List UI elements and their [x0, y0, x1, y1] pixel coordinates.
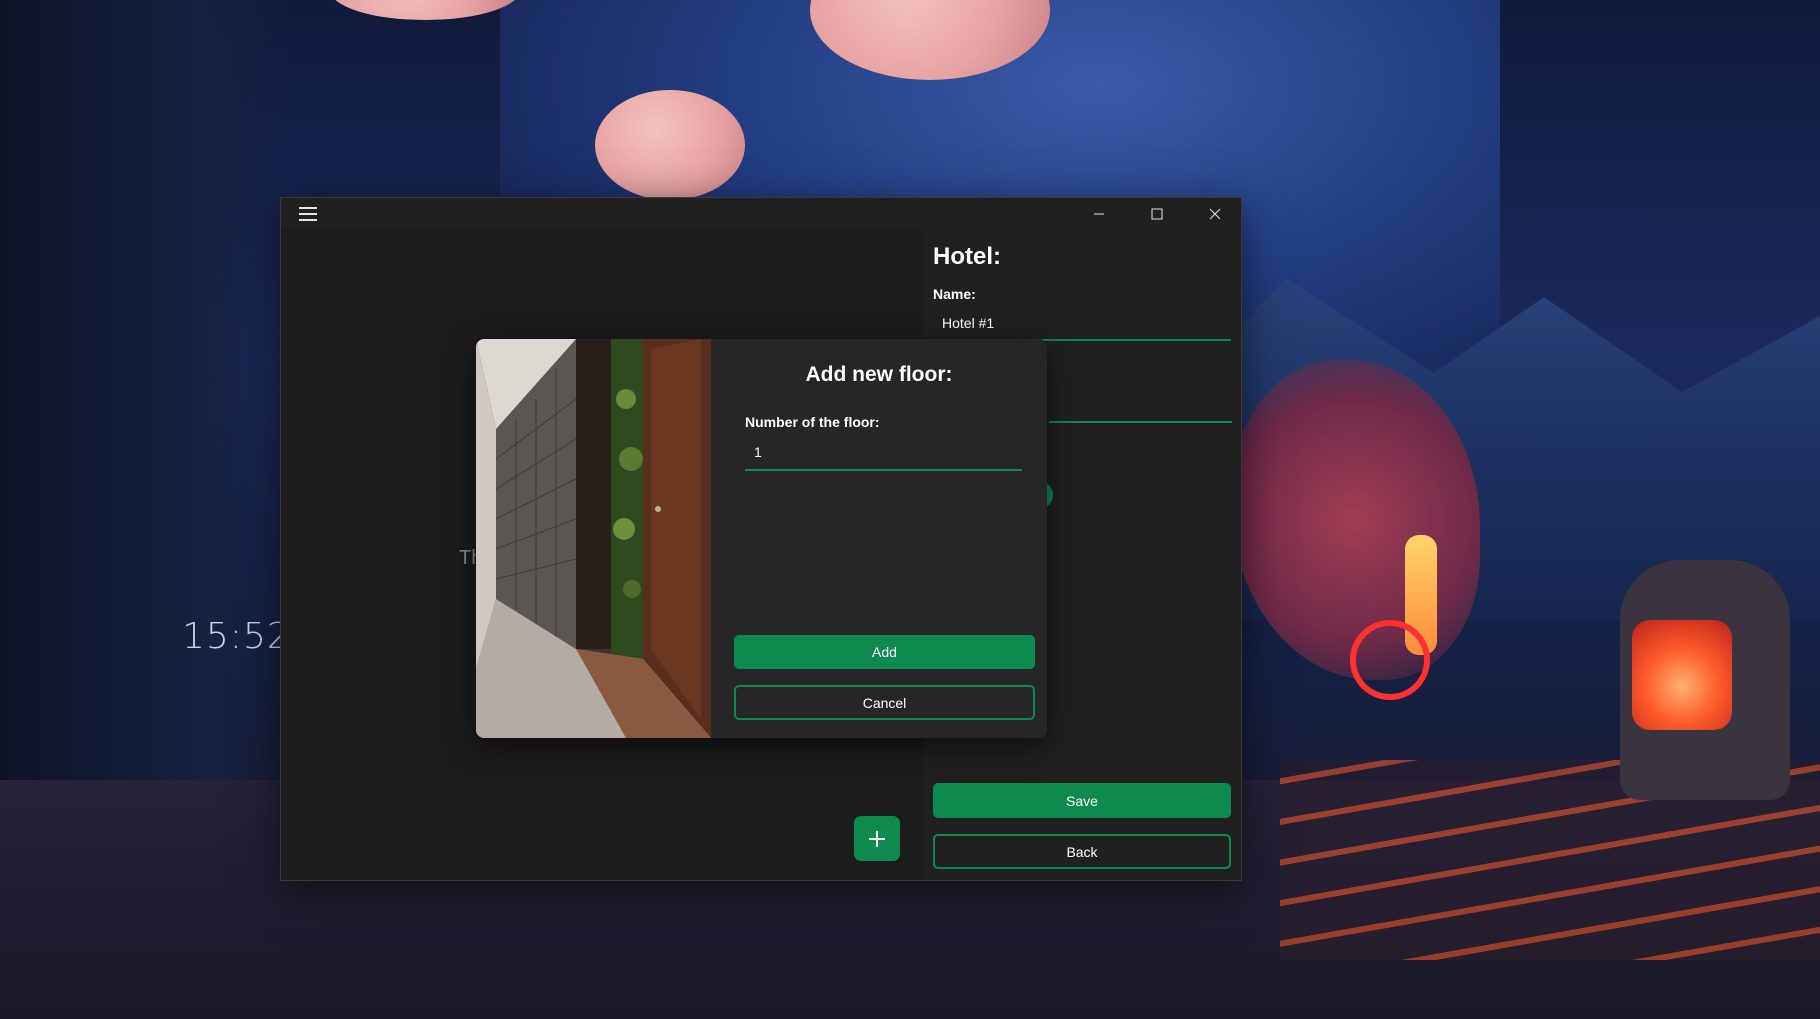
wallpaper-plant — [1230, 360, 1480, 680]
add-floor-button[interactable] — [854, 816, 900, 861]
second-field-underline — [1049, 421, 1232, 423]
cancel-button[interactable]: Cancel — [734, 685, 1035, 720]
hotel-title: Hotel: — [933, 243, 1001, 270]
wallpaper-lamp — [330, 0, 520, 20]
wallpaper-fire — [1632, 620, 1732, 730]
name-label: Name: — [933, 286, 976, 302]
close-icon — [1209, 208, 1221, 220]
floor-number-input[interactable]: 1 — [745, 435, 1022, 471]
add-button[interactable]: Add — [734, 635, 1035, 669]
add-floor-dialog: Add new floor: Number of the floor: 1 Ad… — [476, 339, 1047, 738]
hotel-name-input[interactable]: Hotel #1 — [933, 307, 1231, 341]
desktop-clock: 15:52 — [182, 616, 291, 657]
wallpaper-lamp — [810, 0, 1050, 80]
wallpaper-lava-lamp — [1405, 535, 1437, 655]
save-button[interactable]: Save — [933, 783, 1231, 818]
hotel-corridor-image — [476, 339, 711, 738]
wallpaper-deck — [1280, 760, 1820, 960]
wallpaper-lamp — [595, 90, 745, 200]
close-button[interactable] — [1187, 198, 1243, 230]
floor-number-value: 1 — [754, 444, 762, 460]
hamburger-menu-icon[interactable] — [299, 207, 317, 221]
maximize-icon — [1151, 208, 1163, 220]
wallpaper-left-wall — [0, 0, 290, 1019]
title-bar — [281, 198, 1241, 230]
floor-number-label: Number of the floor: — [745, 414, 880, 430]
dialog-title: Add new floor: — [805, 363, 953, 386]
back-button[interactable]: Back — [933, 834, 1231, 869]
hotel-name-value: Hotel #1 — [942, 315, 995, 331]
plus-icon — [869, 830, 885, 847]
minimize-icon — [1094, 213, 1104, 215]
minimize-button[interactable] — [1071, 198, 1127, 230]
wallpaper-red-ring — [1350, 620, 1430, 700]
wallpaper-stove — [1620, 560, 1790, 800]
maximize-button[interactable] — [1129, 198, 1185, 230]
